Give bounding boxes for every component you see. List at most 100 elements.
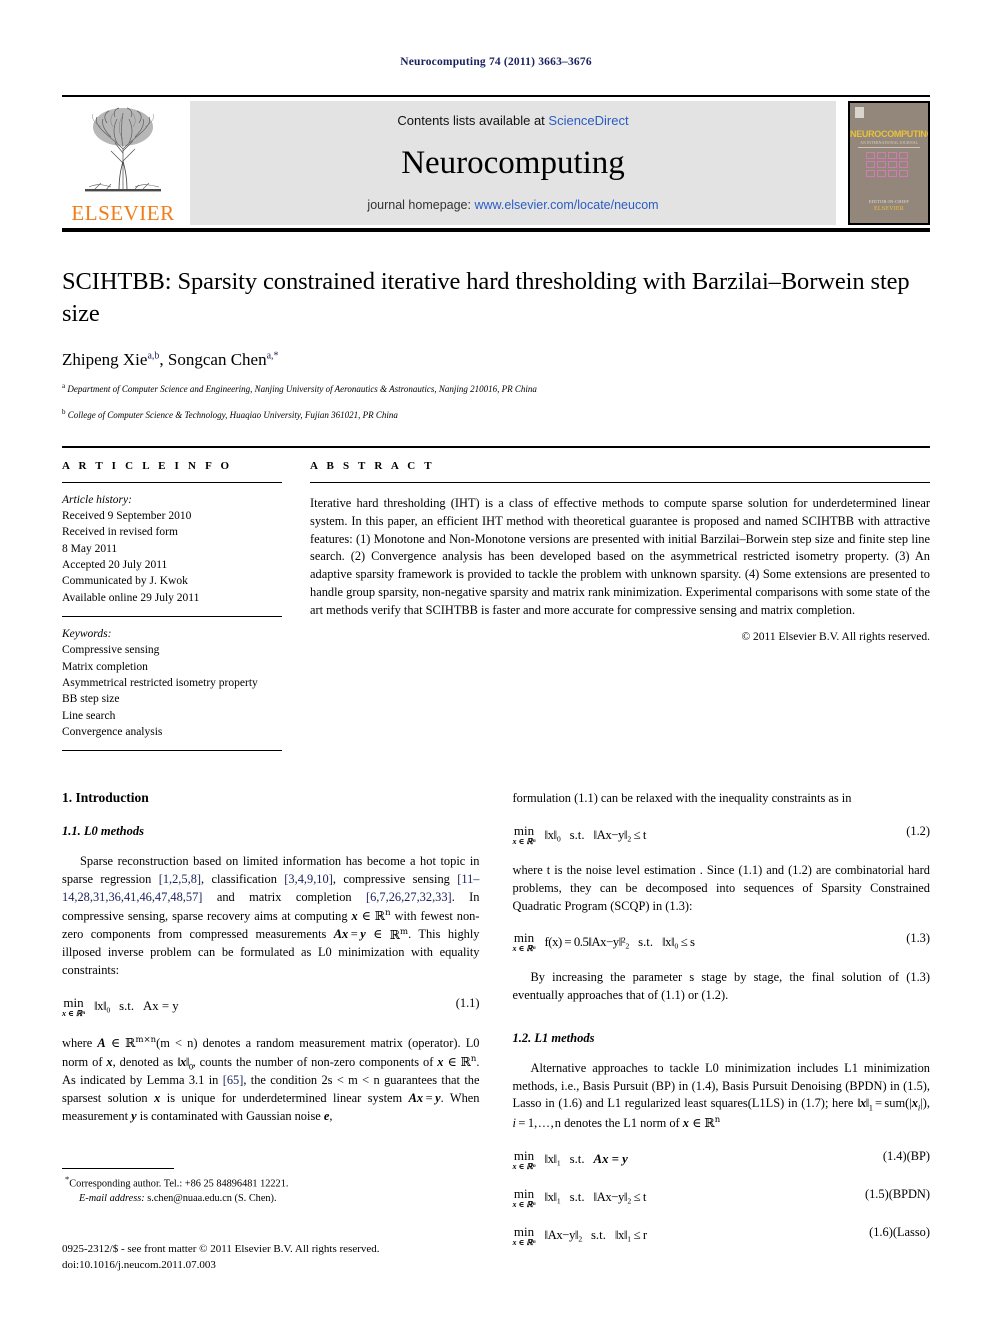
- citation-ref[interactable]: [65]: [223, 1073, 244, 1087]
- cover-divider: [858, 147, 920, 148]
- equation-constraint: ‖x‖₁ ≤ r: [614, 1228, 647, 1243]
- equation-number: (1.6)(Lasso): [869, 1224, 930, 1239]
- equation-number: (1.1): [455, 995, 480, 1010]
- journal-homepage-line: journal homepage: www.elsevier.com/locat…: [367, 198, 658, 212]
- paragraph-text: ,: [329, 1108, 333, 1123]
- paragraph-text: , denoted as: [112, 1054, 178, 1069]
- homepage-prefix: journal homepage:: [367, 198, 475, 212]
- min-operator: min x ∈ ℝⁿ: [512, 930, 536, 954]
- paragraph: where t is the noise level estimation . …: [512, 863, 931, 913]
- inline-math: ℝm×n: [125, 1034, 157, 1050]
- author-affil-marker-2: a,: [266, 350, 274, 362]
- journal-homepage-link[interactable]: www.elsevier.com/locate/neucom: [474, 198, 658, 212]
- equation-1-5: min x ∈ ℝⁿ ‖x‖₁ s.t. ‖Ax−y‖₂ ≤ t (1.5)(B…: [513, 1187, 931, 1209]
- inline-math: ‖x‖1: [857, 1096, 873, 1113]
- equation-st: s.t.: [569, 1190, 585, 1205]
- footnote-line-1: *Corresponding author. Tel.: +86 25 8489…: [62, 1173, 496, 1192]
- article-history-item: Accepted 20 July 2011: [62, 559, 168, 572]
- equation-constraint: ‖Ax−y‖₂ ≤ t: [593, 827, 647, 842]
- author-affil-marker-1: a,b: [147, 350, 160, 362]
- author-list: Zhipeng Xiea,b, Songcan Chena,*: [62, 349, 279, 369]
- equation-st: s.t.: [638, 934, 654, 949]
- inline-math: ℝm: [389, 926, 409, 942]
- min-operator: min x ∈ ℝⁿ: [62, 994, 86, 1018]
- min-operator: min x ∈ ℝⁿ: [512, 1147, 536, 1171]
- affiliation-text-b: College of Computer Science & Technology…: [67, 409, 398, 420]
- paragraph: By increasing the parameter s stage by s…: [512, 970, 931, 1003]
- keywords-label: Keywords:: [62, 628, 112, 641]
- footnote-line-2: E-mail address: s.chen@nuaa.edu.cn (S. C…: [62, 1192, 496, 1206]
- citation-ref[interactable]: [1,2,5,8]: [159, 872, 201, 886]
- article-history-item: Received in revised form: [62, 526, 178, 539]
- equation-1-4: min x ∈ ℝⁿ ‖x‖₁ s.t. Ax = y (1.4)(BP): [513, 1149, 931, 1171]
- article-history-label: Article history:: [62, 493, 132, 506]
- paragraph-text: , counts the number of non-zero componen…: [192, 1054, 438, 1069]
- corresponding-author-marker: *: [273, 350, 279, 362]
- inline-math: Ax: [333, 927, 349, 942]
- equation-st: s.t.: [119, 999, 135, 1014]
- article-info-heading: A R T I C L E I N F O: [62, 459, 233, 472]
- equation-number: (1.4)(BP): [882, 1148, 930, 1163]
- running-head: Neurocomputing 74 (2011) 3663–3676: [400, 56, 592, 68]
- article-info-divider: [62, 481, 282, 483]
- equation-objective: f(x) = 0.5‖Ax−y‖²₂: [544, 934, 630, 949]
- info-abstract-region: A R T I C L E I N F O Article history: R…: [62, 445, 930, 761]
- footer-doi-line[interactable]: doi:10.1016/j.neucom.2011.07.003: [62, 1258, 582, 1274]
- corresponding-email[interactable]: s.chen@nuaa.edu.cn (S. Chen).: [147, 1193, 276, 1204]
- equation-number: (1.5)(BPDN): [864, 1186, 930, 1201]
- inline-math: ℝn: [374, 907, 391, 923]
- page-title: SCIHTBB: Sparsity constrained iterative …: [62, 268, 910, 327]
- inline-math: x: [437, 1054, 444, 1069]
- contents-available-line: Contents lists available at ScienceDirec…: [397, 113, 628, 128]
- inline-math: x: [351, 908, 358, 923]
- article-history-item: Available online 29 July 2011: [62, 591, 200, 604]
- citation-ref[interactable]: [6,7,26,27,32,33]: [366, 890, 452, 904]
- affiliation-2: b College of Computer Science & Technolo…: [62, 407, 930, 422]
- subsection-heading-1-2: 1.2. L1 methods: [512, 1030, 595, 1045]
- keyword-item: Convergence analysis: [62, 726, 163, 739]
- inline-math: Ax: [408, 1091, 424, 1106]
- min-operator: min x ∈ ℝⁿ: [512, 1185, 536, 1209]
- citation-ref[interactable]: [3,4,9,10]: [284, 872, 333, 886]
- paragraph-text: denotes the L1 norm of: [560, 1115, 683, 1130]
- abstract-column: A B S T R A C T Iterative hard threshold…: [310, 460, 930, 761]
- equation-objective: ‖x‖₁: [544, 1190, 562, 1205]
- equation-1-1: min x ∈ ℝⁿ ‖x‖₀ s.t. Ax = y (1.1): [62, 996, 480, 1018]
- journal-cover-thumbnail: NEUROCOMPUTING AN INTERNATIONAL JOURNAL …: [848, 101, 930, 225]
- inline-math: ℝn: [704, 1114, 721, 1130]
- author-name-2: Songcan Chen: [167, 349, 267, 369]
- keywords-bottom-divider: [62, 750, 282, 752]
- inline-math: ‖x‖0: [177, 1054, 193, 1072]
- cover-grid-graphic: [866, 152, 908, 177]
- equation-objective: ‖x‖₀: [94, 999, 111, 1014]
- paragraph-text: and matrix completion: [202, 889, 366, 904]
- title-block: SCIHTBB: Sparsity constrained iterative …: [62, 266, 930, 422]
- keywords-divider: [62, 616, 282, 618]
- journal-banner: Contents lists available at ScienceDirec…: [190, 101, 836, 225]
- article-info-column: A R T I C L E I N F O Article history: R…: [62, 460, 310, 761]
- journal-header-band: ELSEVIER Contents lists available at Sci…: [62, 95, 930, 232]
- cover-subtitle: AN INTERNATIONAL JOURNAL: [860, 140, 918, 145]
- paragraph-text: , compressive sensing: [332, 872, 458, 887]
- cover-footer-line2: ELSEVIER: [874, 206, 904, 212]
- abstract-heading: A B S T R A C T: [310, 459, 435, 472]
- keyword-item: Line search: [62, 709, 116, 722]
- paragraph-text: is unique for underdetermined linear sys…: [160, 1091, 409, 1106]
- affiliation-text-a: Department of Computer Science and Engin…: [67, 383, 537, 394]
- corresponding-author-footnote: *Corresponding author. Tel.: +86 25 8489…: [62, 1168, 496, 1206]
- equation-st: s.t.: [590, 1228, 606, 1243]
- sciencedirect-link[interactable]: ScienceDirect: [548, 113, 628, 128]
- page-footer: 0925-2312/$ - see front matter © 2011 El…: [62, 1242, 582, 1274]
- subsection-heading-1-1: 1.1. L0 methods: [62, 824, 144, 839]
- affiliation-marker-a: a: [62, 381, 66, 390]
- elsevier-logo: ELSEVIER: [62, 101, 184, 225]
- paragraph: where A ∈ ℝm×n(m < n) denotes a random m…: [62, 1034, 480, 1123]
- equation-constraint: Ax = y: [593, 1152, 628, 1167]
- equation-number: (1.2): [906, 824, 930, 839]
- elsevier-wordmark: ELSEVIER: [71, 201, 175, 225]
- paragraph: Alternative approaches to tackle L0 mini…: [512, 1060, 931, 1130]
- email-label: E-mail address:: [79, 1192, 145, 1204]
- equation-st: s.t.: [569, 1152, 585, 1167]
- equation-constraint: Ax = y: [143, 999, 179, 1014]
- min-operator: min x ∈ ℝⁿ: [512, 823, 536, 847]
